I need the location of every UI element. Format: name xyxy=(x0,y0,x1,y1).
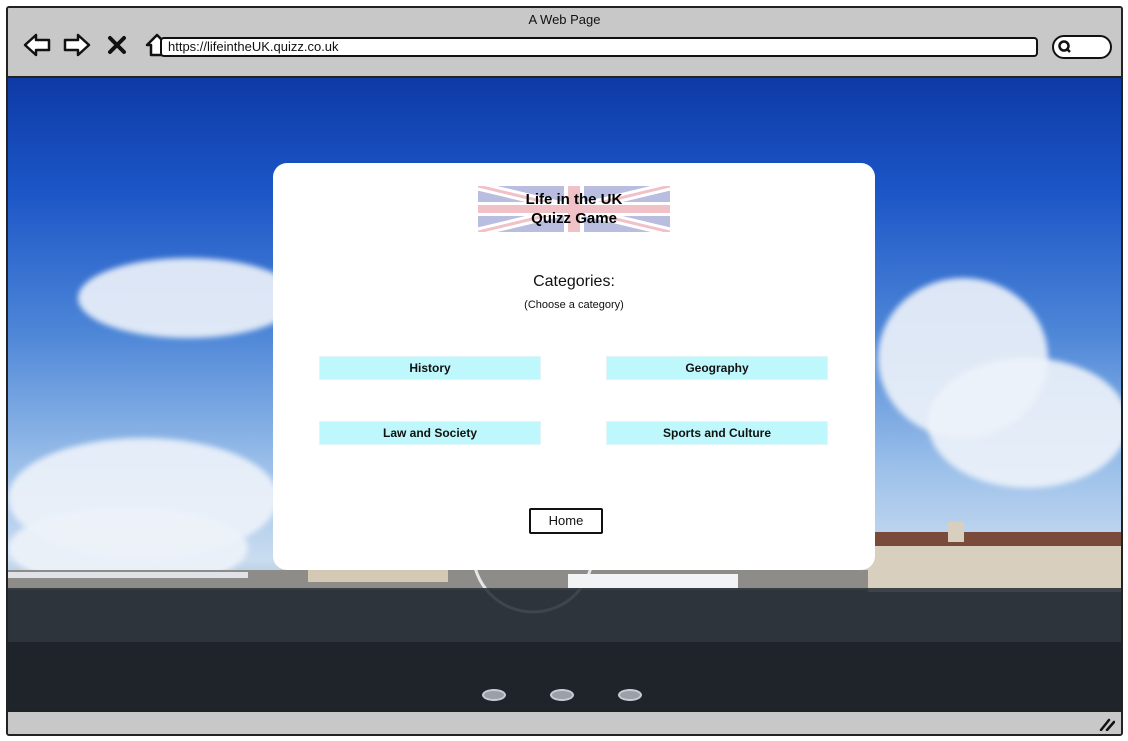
cloud-shape xyxy=(78,258,298,338)
logo-line-1: Life in the UK xyxy=(525,191,623,208)
category-button-sports-and-culture[interactable]: Sports and Culture xyxy=(606,421,828,445)
quiz-logo: Life in the UK Quizz Game xyxy=(478,186,670,232)
browser-status-bar xyxy=(8,710,1121,734)
home-button[interactable]: Home xyxy=(529,508,603,534)
carousel-dot[interactable] xyxy=(550,689,574,701)
cloud-shape xyxy=(928,358,1121,488)
carousel-dot[interactable] xyxy=(618,689,642,701)
window-title: A Web Page xyxy=(528,12,601,27)
categories-subtitle: (Choose a category) xyxy=(524,299,624,311)
browser-toolbar: A Web Page https://lifeintheUK.quizz.co.… xyxy=(8,8,1121,78)
categories-heading: Categories: xyxy=(533,273,615,290)
category-button-law-and-society[interactable]: Law and Society xyxy=(319,421,541,445)
page-viewport: Life in the UK Quizz Game Categories: (C… xyxy=(8,78,1121,712)
category-button-geography[interactable]: Geography xyxy=(606,356,828,380)
carousel-dots xyxy=(482,689,642,701)
logo-line-2: Quizz Game xyxy=(531,210,617,227)
back-arrow-icon[interactable] xyxy=(22,30,52,60)
category-card: Life in the UK Quizz Game Categories: (C… xyxy=(273,163,875,570)
search-icon[interactable] xyxy=(1057,39,1073,55)
search-box[interactable] xyxy=(1052,35,1112,59)
forward-arrow-icon[interactable] xyxy=(62,30,92,60)
logo-title: Life in the UK Quizz Game xyxy=(478,190,670,228)
close-icon[interactable] xyxy=(102,30,132,60)
carousel-dot[interactable] xyxy=(482,689,506,701)
nav-buttons xyxy=(22,28,172,62)
resize-handle-icon[interactable] xyxy=(1099,717,1115,731)
url-bar[interactable]: https://lifeintheUK.quizz.co.uk xyxy=(160,37,1038,57)
category-button-history[interactable]: History xyxy=(319,356,541,380)
browser-window: A Web Page https://lifeintheUK.quizz.co.… xyxy=(6,6,1123,736)
